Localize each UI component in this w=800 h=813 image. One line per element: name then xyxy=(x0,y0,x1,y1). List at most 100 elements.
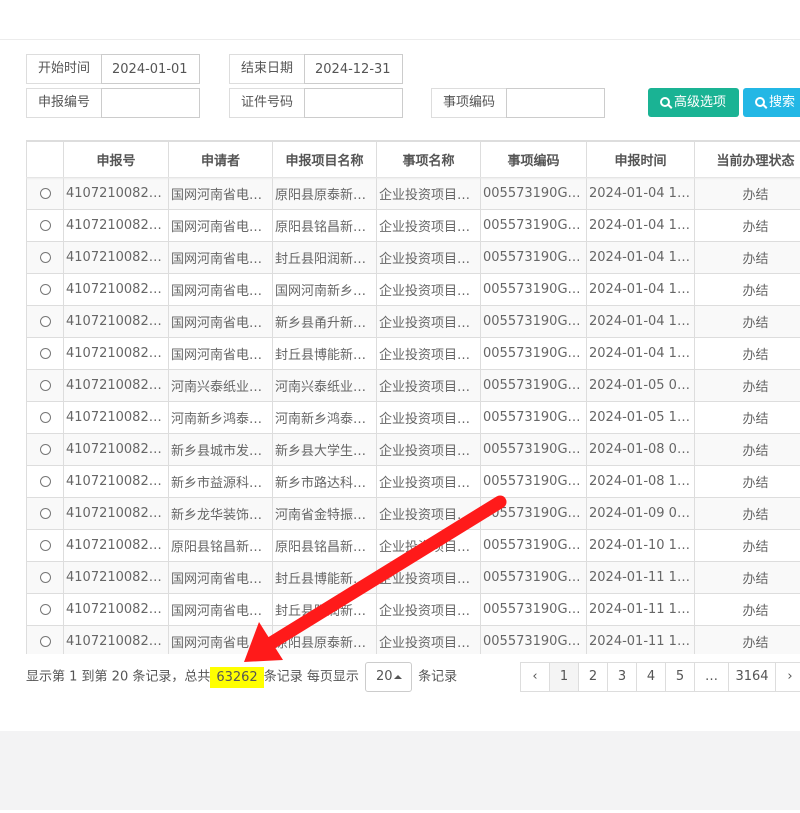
page-button[interactable]: 4 xyxy=(636,662,666,692)
row-select-cell[interactable] xyxy=(26,177,64,210)
row-radio[interactable] xyxy=(39,636,51,647)
cell-code: 005573190GG1… xyxy=(480,305,587,338)
column-header[interactable]: 申报号 xyxy=(63,141,169,178)
cell-time: 2024-01-08 09:5… xyxy=(586,433,695,466)
cell-no: 4107210082401… xyxy=(63,593,169,626)
table-row[interactable]: 4107210082401…河南新乡鸿泰…河南新乡鸿泰…企业投资项目备案0055… xyxy=(26,401,800,434)
row-select-cell[interactable] xyxy=(26,209,64,242)
page-button[interactable]: 1 xyxy=(549,662,579,692)
cell-code: 005573190GG1… xyxy=(480,337,587,370)
row-radio[interactable] xyxy=(39,476,51,487)
row-radio[interactable] xyxy=(39,380,51,391)
row-select-cell[interactable] xyxy=(26,593,64,626)
row-radio[interactable] xyxy=(39,604,51,615)
cell-applicant: 国网河南省电… xyxy=(168,593,273,626)
column-header[interactable]: 事项编码 xyxy=(480,141,587,178)
table-row[interactable]: 4107210082401…国网河南省电…封丘县博能新…企业投资项目备案0055… xyxy=(26,337,800,370)
table-row[interactable]: 4107210082401…国网河南省电…原阳县原泰新…企业投资项目备案0055… xyxy=(26,625,800,654)
prev-page-button[interactable]: ‹ xyxy=(520,662,550,692)
row-radio[interactable] xyxy=(39,572,51,583)
start-time-input[interactable] xyxy=(101,54,200,84)
table-row[interactable]: 4107210082401…新乡县城市发…新乡县大学生…企业投资项目备案0055… xyxy=(26,433,800,466)
cell-applicant: 河南兴泰纸业… xyxy=(168,369,273,402)
row-select-cell[interactable] xyxy=(26,497,64,530)
advanced-options-button[interactable]: 高级选项 xyxy=(648,88,739,117)
row-radio[interactable] xyxy=(39,252,51,263)
page-size-dropdown[interactable]: 20 xyxy=(364,662,412,692)
page-button[interactable]: 5 xyxy=(665,662,695,692)
last-page-button[interactable]: 3164 xyxy=(728,662,776,692)
row-select-cell[interactable] xyxy=(26,369,64,402)
apply-no-input[interactable] xyxy=(101,88,200,118)
cell-status: 办结 xyxy=(694,401,800,434)
row-select-cell[interactable] xyxy=(26,465,64,498)
cell-project: 原阳县铭昌新… xyxy=(272,529,377,562)
next-page-button[interactable]: › xyxy=(775,662,800,692)
table-row[interactable]: 4107210082401…国网河南省电…封丘县阳润新…企业投资项目备案0055… xyxy=(26,593,800,626)
page-button[interactable]: 2 xyxy=(578,662,608,692)
row-select-cell[interactable] xyxy=(26,433,64,466)
table-row[interactable]: 4107210082401…国网河南省电…封丘县博能新…企业投资项目备案0055… xyxy=(26,561,800,594)
page-ellipsis: … xyxy=(694,662,729,692)
row-select-cell[interactable] xyxy=(26,337,64,370)
row-radio[interactable] xyxy=(39,540,51,551)
row-radio[interactable] xyxy=(39,444,51,455)
table-row[interactable]: 4107210082401…国网河南省电…新乡县甬升新…企业投资项目备案0055… xyxy=(26,305,800,338)
column-header[interactable]: 当前办理状态 xyxy=(694,141,800,178)
cell-applicant: 国网河南省电… xyxy=(168,273,273,306)
cell-applicant: 国网河南省电… xyxy=(168,241,273,274)
row-select-cell[interactable] xyxy=(26,529,64,562)
results-table-container: 申报号 申请者 申报项目名称 事项名称 事项编码 申报时间 当前办理状态 410… xyxy=(26,140,800,654)
table-row[interactable]: 4107210082401…新乡龙华装饰…河南省金特振…企业投资项目备案0055… xyxy=(26,497,800,530)
select-column-header xyxy=(26,141,64,178)
cell-status: 办结 xyxy=(694,465,800,498)
table-row[interactable]: 4107210082401…国网河南省电…原阳县原泰新…企业投资项目备案0055… xyxy=(26,177,800,210)
total-records-highlight: 63262 xyxy=(210,666,264,688)
cell-applicant: 国网河南省电… xyxy=(168,305,273,338)
cell-time: 2024-01-11 16:2… xyxy=(586,593,695,626)
row-radio[interactable] xyxy=(39,188,51,199)
table-row[interactable]: 4107210082401…国网河南省电…封丘县阳润新…企业投资项目备案0055… xyxy=(26,241,800,274)
cell-item: 企业投资项目备案 xyxy=(376,337,481,370)
table-row[interactable]: 4107210082401…新乡市益源科…新乡市路达科…企业投资项目备案0055… xyxy=(26,465,800,498)
cell-code: 005573190GG1… xyxy=(480,497,587,530)
row-radio[interactable] xyxy=(39,220,51,231)
row-radio[interactable] xyxy=(39,412,51,423)
cell-time: 2024-01-05 09:3… xyxy=(586,369,695,402)
table-row[interactable]: 4107210082401…河南兴泰纸业…河南兴泰纸业…企业投资项目备案0055… xyxy=(26,369,800,402)
row-select-cell[interactable] xyxy=(26,241,64,274)
cert-no-input[interactable] xyxy=(304,88,403,118)
end-date-input[interactable] xyxy=(304,54,403,84)
item-code-input[interactable] xyxy=(506,88,605,118)
row-radio[interactable] xyxy=(39,316,51,327)
cell-code: 005573190GG1… xyxy=(480,625,587,654)
table-row[interactable]: 4107210082401…国网河南省电…原阳县铭昌新…企业投资项目备案0055… xyxy=(26,209,800,242)
cell-project: 河南兴泰纸业… xyxy=(272,369,377,402)
cell-code: 005573190GG1… xyxy=(480,465,587,498)
row-select-cell[interactable] xyxy=(26,305,64,338)
row-select-cell[interactable] xyxy=(26,401,64,434)
search-button[interactable]: 搜索 xyxy=(743,88,800,117)
cell-applicant: 新乡龙华装饰… xyxy=(168,497,273,530)
column-header[interactable]: 申请者 xyxy=(168,141,273,178)
row-select-cell[interactable] xyxy=(26,561,64,594)
cell-project: 封丘县阳润新… xyxy=(272,241,377,274)
column-header[interactable]: 申报项目名称 xyxy=(272,141,377,178)
row-select-cell[interactable] xyxy=(26,273,64,306)
row-radio[interactable] xyxy=(39,284,51,295)
column-header[interactable]: 申报时间 xyxy=(586,141,695,178)
cell-item: 企业投资项目备案 xyxy=(376,273,481,306)
row-radio[interactable] xyxy=(39,348,51,359)
column-header[interactable]: 事项名称 xyxy=(376,141,481,178)
cell-time: 2024-01-11 11:5… xyxy=(586,625,695,654)
cell-status: 办结 xyxy=(694,273,800,306)
table-row[interactable]: 4107210082401…国网河南省电…国网河南新乡…企业投资项目备案0055… xyxy=(26,273,800,306)
row-radio[interactable] xyxy=(39,508,51,519)
page-button[interactable]: 3 xyxy=(607,662,637,692)
row-select-cell[interactable] xyxy=(26,625,64,654)
results-table: 申报号 申请者 申报项目名称 事项名称 事项编码 申报时间 当前办理状态 410… xyxy=(26,141,800,654)
cell-code: 005573190GG1… xyxy=(480,593,587,626)
table-row[interactable]: 4107210082401…原阳县铭昌新…原阳县铭昌新…企业投资项目备案0055… xyxy=(26,529,800,562)
pagination-info-prefix: 显示第 1 到第 20 条记录，总共 xyxy=(26,669,211,685)
cell-code: 005573190GG1… xyxy=(480,433,587,466)
